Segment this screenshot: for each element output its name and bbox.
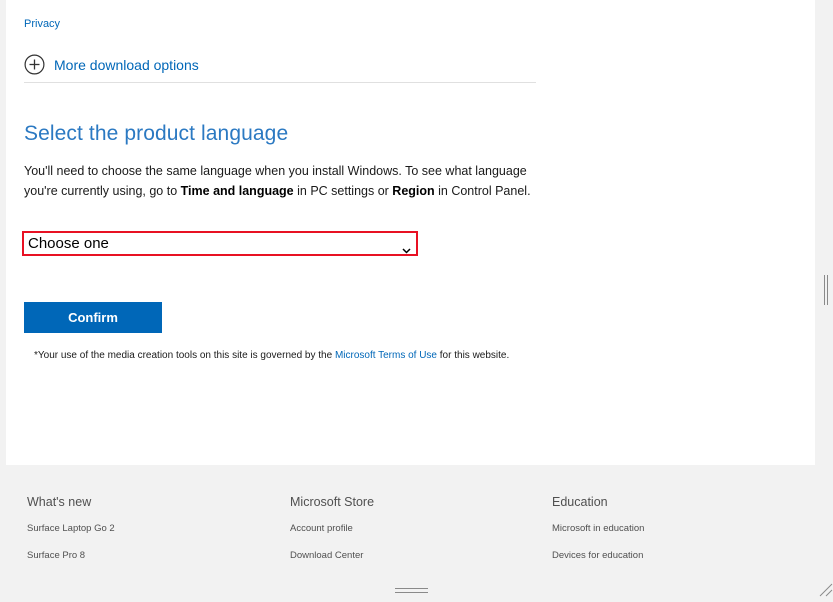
terms-suffix: for this website. xyxy=(437,350,510,361)
footer-link[interactable]: Surface Laptop Go 2 xyxy=(27,523,115,534)
scrollbar-handle[interactable] xyxy=(824,275,828,305)
description-text-2: in PC settings or xyxy=(293,184,393,198)
divider xyxy=(24,82,536,83)
more-options-label: More download options xyxy=(54,56,199,73)
terms-of-use-link[interactable]: Microsoft Terms of Use xyxy=(335,350,437,361)
page-content: Privacy More download options Select the… xyxy=(6,0,815,465)
footer-link[interactable]: Devices for education xyxy=(552,550,644,561)
resize-grip-icon[interactable] xyxy=(816,580,833,597)
plus-circle-icon xyxy=(24,54,45,75)
footer-link[interactable]: Account profile xyxy=(290,523,374,534)
time-and-language-text: Time and language xyxy=(180,184,294,198)
language-description: You'll need to choose the same language … xyxy=(24,161,534,201)
chevron-down-icon xyxy=(402,241,411,254)
privacy-link[interactable]: Privacy xyxy=(24,18,60,30)
region-text: Region xyxy=(392,184,435,198)
terms-prefix: *Your use of the media creation tools on… xyxy=(34,350,335,361)
description-text-3: in Control Panel. xyxy=(434,184,531,198)
confirm-button[interactable]: Confirm xyxy=(24,302,162,333)
footer-link[interactable]: Surface Pro 8 xyxy=(27,550,115,561)
section-title: Select the product language xyxy=(24,122,289,145)
footer-link[interactable]: Download Center xyxy=(290,550,374,561)
footer-heading: What's new xyxy=(27,495,92,509)
language-select[interactable]: Choose one xyxy=(22,231,418,256)
footer-column-whats-new: What's new Surface Laptop Go 2 Surface P… xyxy=(27,495,115,577)
language-select-value: Choose one xyxy=(28,235,109,252)
more-download-options[interactable]: More download options xyxy=(24,54,199,75)
terms-note: *Your use of the media creation tools on… xyxy=(34,350,509,361)
footer-column-education: Education Microsoft in education Devices… xyxy=(552,495,644,577)
footer-heading: Education xyxy=(552,495,608,509)
window-drag-handle[interactable] xyxy=(395,588,428,593)
footer-heading: Microsoft Store xyxy=(290,495,375,509)
footer-column-microsoft-store: Microsoft Store Account profile Download… xyxy=(290,495,374,577)
footer-link[interactable]: Microsoft in education xyxy=(552,523,644,534)
